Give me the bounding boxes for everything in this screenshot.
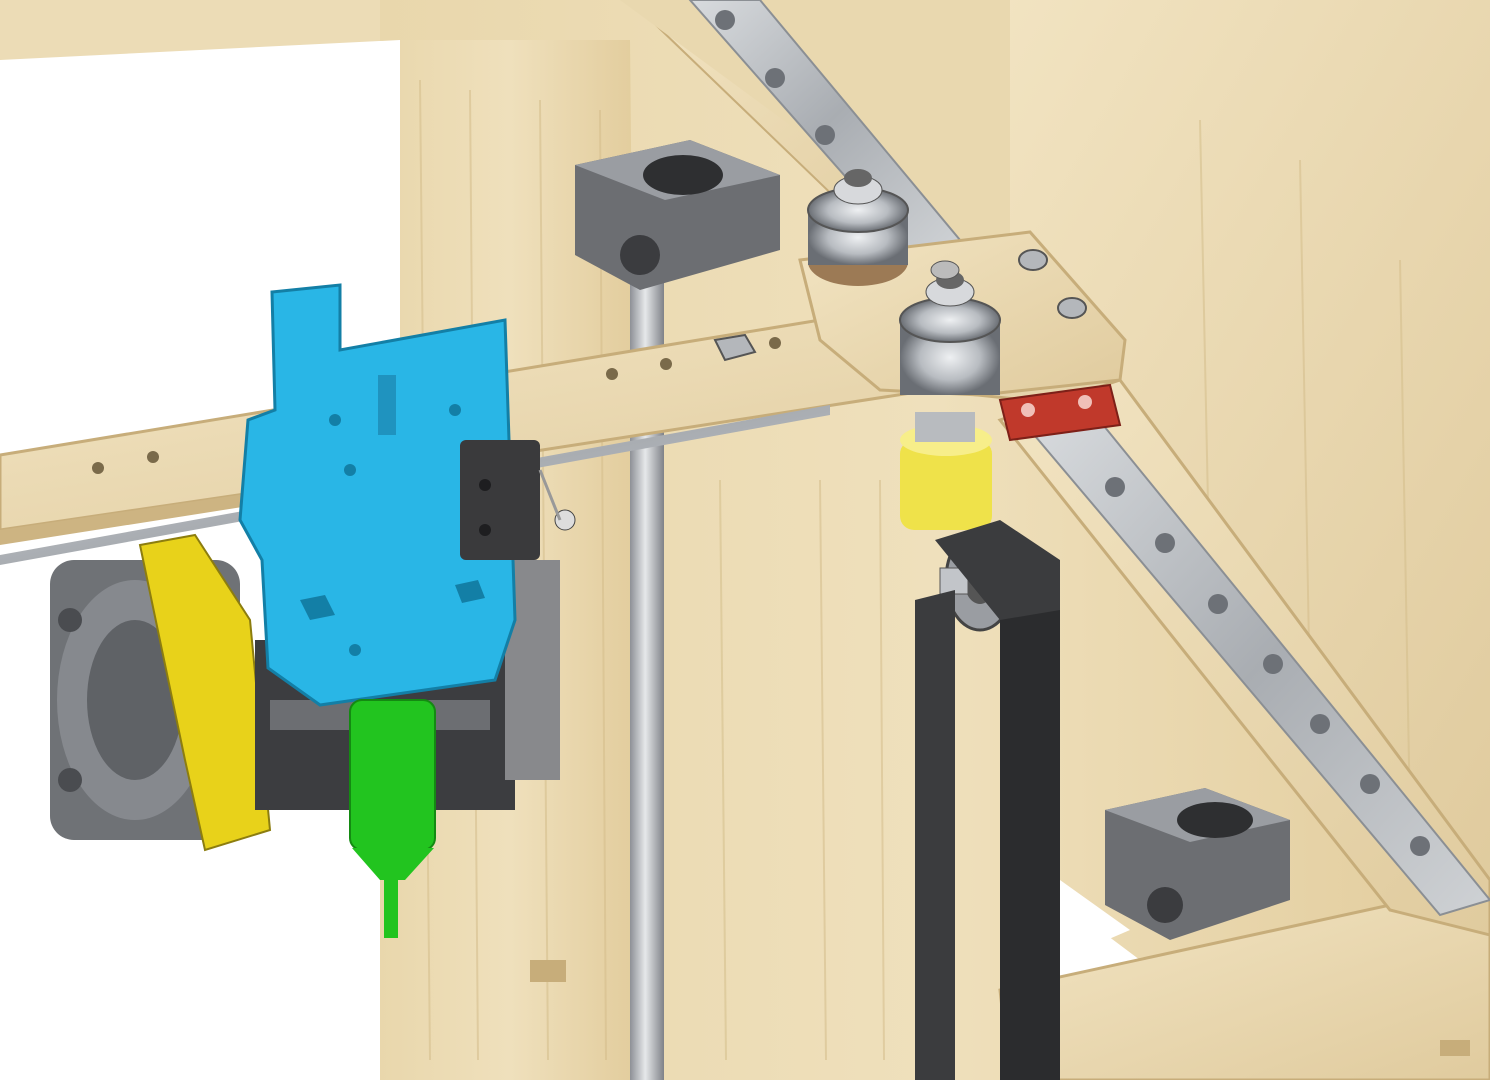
slot-left xyxy=(530,960,566,982)
printer-render xyxy=(0,0,1490,1080)
frame-window xyxy=(0,40,400,200)
yellow-belt-idler xyxy=(900,412,992,530)
slot-right xyxy=(1440,1040,1470,1056)
